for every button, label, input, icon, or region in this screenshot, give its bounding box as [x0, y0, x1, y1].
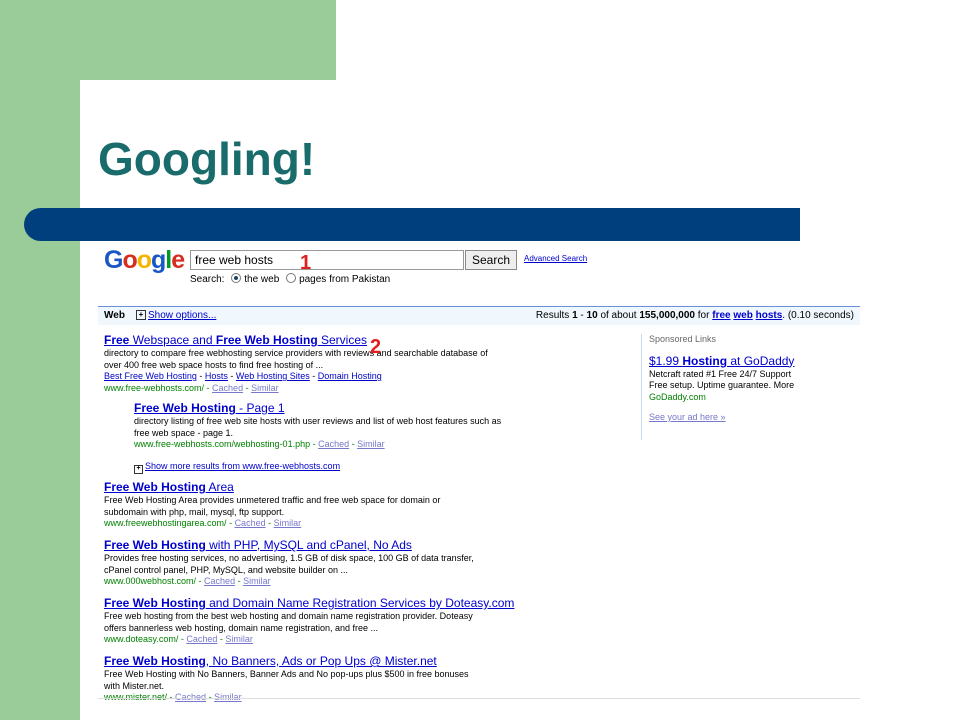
- result-snippet: with Mister.net.: [104, 680, 165, 691]
- range-end: 10: [586, 310, 598, 321]
- result-snippet: Provides free hosting services, no adver…: [104, 553, 474, 563]
- range-sep: -: [580, 310, 584, 321]
- sponsored-header: Sponsored Links: [649, 334, 717, 344]
- of-about: of about: [600, 310, 637, 321]
- similar-link[interactable]: Similar: [243, 576, 271, 586]
- show-options-link[interactable]: Show options...: [148, 310, 216, 321]
- cached-link[interactable]: Cached: [186, 634, 217, 644]
- search-result: Free Web Hosting and Domain Name Registr…: [104, 596, 524, 646]
- top-green-band: [80, 0, 336, 80]
- sitelink[interactable]: Domain Hosting: [318, 371, 382, 381]
- annotation-marker-2: 2: [370, 336, 382, 358]
- results-prefix: Results: [535, 310, 570, 321]
- result-snippet: cPanel control panel, PHP, MySQL, and we…: [104, 564, 348, 575]
- result-title-link[interactable]: Free Web Hosting, No Banners, Ads or Pop…: [104, 654, 524, 669]
- results-bar: Web + Show options... Results 1 - 10 of …: [98, 306, 860, 325]
- google-results-screenshot: Google Search Advanced Search 1 Search: …: [98, 242, 860, 702]
- ad-text: Netcraft rated #1 Free 24/7 Support: [649, 368, 792, 379]
- cached-link[interactable]: Cached: [212, 383, 243, 393]
- cached-link[interactable]: Cached: [175, 692, 206, 702]
- result-url: www.000webhost.com/ - Cached - Similar: [104, 576, 271, 586]
- cached-link[interactable]: Cached: [318, 439, 349, 449]
- query-term-link[interactable]: hosts: [756, 310, 783, 321]
- search-result-indented: Free Web Hosting - Page 1 directory list…: [134, 401, 554, 451]
- search-result: Free Web Hosting with PHP, MySQL and cPa…: [104, 538, 524, 588]
- similar-link[interactable]: Similar: [225, 634, 253, 644]
- result-title-link[interactable]: Free Webspace and Free Web Hosting Servi…: [104, 333, 524, 348]
- result-url: www.freewebhostingarea.com/ - Cached - S…: [104, 518, 302, 528]
- search-button[interactable]: Search: [465, 250, 517, 270]
- search-scope-label: Search:: [190, 274, 225, 285]
- query-term-link[interactable]: free: [712, 310, 730, 321]
- result-url: www.free-webhosts.com/webhosting-01.php …: [134, 439, 385, 449]
- result-snippet: subdomain with php, mail, mysql, ftp sup…: [104, 506, 285, 517]
- similar-link[interactable]: Similar: [274, 518, 302, 528]
- search-result: Free Web Hosting, No Banners, Ads or Pop…: [104, 654, 524, 702]
- radio-the-web-label: the web: [244, 274, 280, 285]
- result-snippet: directory to compare free webhosting ser…: [104, 348, 488, 358]
- bottom-divider: [98, 698, 860, 699]
- result-snippet: over 400 free web space hosts to find fr…: [104, 359, 324, 370]
- ad-url: GoDaddy.com: [649, 391, 706, 402]
- result-snippet: free web space - page 1.: [134, 427, 234, 438]
- similar-link[interactable]: Similar: [251, 383, 279, 393]
- result-sitelinks: Best Free Web Hosting - Hosts - Web Host…: [104, 371, 382, 381]
- show-more-results[interactable]: + Show more results from www.free-webhost…: [134, 461, 340, 474]
- search-input[interactable]: [190, 250, 464, 270]
- result-url: www.doteasy.com/ - Cached - Similar: [104, 634, 253, 644]
- for-word: for: [697, 310, 710, 321]
- search-scope-options: Search: the web pages from Pakistan: [190, 273, 390, 285]
- sitelink[interactable]: Web Hosting Sites: [236, 371, 310, 381]
- ad-title-link[interactable]: $1.99 Hosting at GoDaddy: [649, 354, 860, 369]
- advanced-search-link[interactable]: Advanced Search: [524, 254, 587, 263]
- plus-icon: +: [134, 465, 143, 474]
- query-term-link[interactable]: web: [733, 310, 752, 321]
- logo-letter: o: [122, 246, 137, 274]
- logo-letter: G: [104, 246, 123, 274]
- title-underline-bar: [24, 208, 800, 241]
- slide-title: Googling!: [98, 133, 316, 185]
- result-snippet: Free Web Hosting Area provides unmetered…: [104, 495, 441, 505]
- ad-text: Free setup. Uptime guarantee. More: [649, 380, 795, 390]
- result-title-link[interactable]: Free Web Hosting with PHP, MySQL and cPa…: [104, 538, 524, 553]
- radio-pakistan-label: pages from Pakistan: [299, 274, 391, 285]
- radio-pages-from-pakistan[interactable]: [286, 273, 297, 283]
- search-time: (0.10 seconds): [787, 310, 854, 321]
- annotation-marker-1: 1: [300, 252, 312, 274]
- result-title-link[interactable]: Free Web Hosting and Domain Name Registr…: [104, 596, 524, 611]
- results-count: Results 1 - 10 of about 155,000,000 for …: [535, 310, 854, 321]
- cached-link[interactable]: Cached: [204, 576, 235, 586]
- similar-link[interactable]: Similar: [214, 692, 242, 702]
- result-title-link[interactable]: Free Web Hosting - Page 1: [134, 401, 554, 416]
- plus-icon[interactable]: +: [136, 310, 146, 320]
- logo-letter: e: [171, 246, 185, 274]
- result-snippet: directory listing of free web site hosts…: [134, 416, 502, 426]
- see-your-ad-link[interactable]: See your ad here »: [649, 412, 860, 424]
- sitelink[interactable]: Best Free Web Hosting: [104, 371, 197, 381]
- sitelink[interactable]: Hosts: [205, 371, 228, 381]
- radio-the-web[interactable]: [231, 273, 242, 283]
- web-label: Web: [104, 310, 125, 321]
- left-green-band: [0, 0, 80, 720]
- result-title-link[interactable]: Free Web Hosting Area: [104, 480, 524, 495]
- sponsored-links-panel: Sponsored Links $1.99 Hosting at GoDaddy…: [641, 334, 860, 440]
- logo-letter: o: [136, 246, 152, 274]
- range-start: 1: [572, 310, 578, 321]
- result-snippet: Free Web Hosting with No Banners, Banner…: [104, 669, 469, 679]
- similar-link[interactable]: Similar: [357, 439, 385, 449]
- cached-link[interactable]: Cached: [235, 518, 266, 528]
- result-snippet: offers bannerless web hosting, domain na…: [104, 622, 378, 633]
- result-snippet: Free web hosting from the best web hosti…: [104, 611, 473, 621]
- results-total: 155,000,000: [639, 310, 695, 321]
- result-url: www.free-webhosts.com/ - Cached - Simila…: [104, 382, 279, 393]
- google-logo[interactable]: Google: [104, 246, 185, 275]
- search-result: Free Webspace and Free Web Hosting Servi…: [104, 333, 524, 394]
- result-url: www.mister.net/ - Cached - Similar: [104, 692, 242, 702]
- logo-letter: g: [151, 246, 166, 274]
- search-result: Free Web Hosting Area Free Web Hosting A…: [104, 480, 524, 530]
